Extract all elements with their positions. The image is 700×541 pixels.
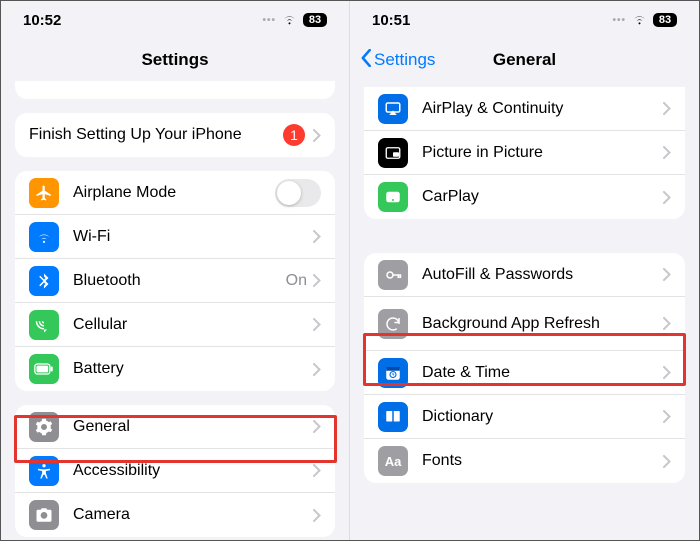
chevron-right-icon <box>663 102 671 115</box>
row-bluetooth[interactable]: Bluetooth On <box>15 259 335 303</box>
status-dots-icon: ••• <box>262 15 276 26</box>
status-right: ••• 83 <box>612 12 677 29</box>
chevron-right-icon <box>663 146 671 159</box>
carplay-icon <box>378 182 408 212</box>
status-time: 10:51 <box>372 12 410 29</box>
status-dots-icon: ••• <box>612 15 626 26</box>
accessibility-icon <box>29 456 59 486</box>
airplane-icon <box>29 178 59 208</box>
chevron-right-icon <box>313 509 321 522</box>
row-dictionary[interactable]: Dictionary <box>364 395 685 439</box>
row-cellular[interactable]: Cellular <box>15 303 335 347</box>
pip-icon <box>378 138 408 168</box>
row-background-app-refresh[interactable]: Background App Refresh <box>364 297 685 351</box>
section-media: AirPlay & Continuity Picture in Picture … <box>364 87 685 219</box>
row-date-time[interactable]: Date & Time <box>364 351 685 395</box>
chevron-right-icon <box>313 420 321 433</box>
row-carplay[interactable]: CarPlay <box>364 175 685 219</box>
row-label: CarPlay <box>422 188 663 206</box>
status-right: ••• 83 <box>262 12 327 29</box>
wifi-icon <box>282 12 297 29</box>
airplay-icon <box>378 94 408 124</box>
row-label: Cellular <box>73 316 313 334</box>
nav-bar: Settings General <box>350 39 699 81</box>
bluetooth-icon <box>29 266 59 296</box>
refresh-icon <box>378 309 408 339</box>
row-label: Bluetooth <box>73 272 286 290</box>
row-label: Battery <box>73 360 313 378</box>
chevron-right-icon <box>663 410 671 423</box>
row-label: Picture in Picture <box>422 144 663 162</box>
chevron-right-icon <box>313 464 321 477</box>
row-picture-in-picture[interactable]: Picture in Picture <box>364 131 685 175</box>
page-title: Settings <box>1 50 349 70</box>
row-label: Airplane Mode <box>73 184 275 202</box>
row-value: On <box>286 272 307 290</box>
cellular-icon <box>29 310 59 340</box>
section-device: General Accessibility Camera <box>15 405 335 537</box>
status-time: 10:52 <box>23 12 61 29</box>
row-autofill[interactable]: AutoFill & Passwords <box>364 253 685 297</box>
chevron-right-icon <box>663 191 671 204</box>
row-label: Accessibility <box>73 462 313 480</box>
fonts-icon: Aa <box>378 446 408 476</box>
settings-pane: 10:52 ••• 83 Settings Finish Setting Up … <box>1 1 350 540</box>
chevron-left-icon <box>360 49 372 72</box>
row-airplay[interactable]: AirPlay & Continuity <box>364 87 685 131</box>
chevron-right-icon <box>663 268 671 281</box>
gear-icon <box>29 412 59 442</box>
general-pane: 10:51 ••• 83 Settings General AirPlay & … <box>350 1 699 540</box>
key-icon <box>378 260 408 290</box>
section-partial <box>15 81 335 99</box>
row-label: Fonts <box>422 452 663 470</box>
row-label: AirPlay & Continuity <box>422 100 663 118</box>
row-label: Finish Setting Up Your iPhone <box>29 126 283 144</box>
notification-badge: 1 <box>283 124 305 146</box>
row-airplane-mode[interactable]: Airplane Mode <box>15 171 335 215</box>
chevron-right-icon <box>313 363 321 376</box>
back-button[interactable]: Settings <box>350 49 435 72</box>
status-bar: 10:52 ••• 83 <box>1 1 349 39</box>
row-accessibility[interactable]: Accessibility <box>15 449 335 493</box>
row-camera[interactable]: Camera <box>15 493 335 537</box>
nav-bar: Settings <box>1 39 349 81</box>
row-label: Date & Time <box>422 364 663 382</box>
row-label: General <box>73 418 313 436</box>
row-wifi[interactable]: Wi-Fi <box>15 215 335 259</box>
section-connectivity: Airplane Mode Wi-Fi Bluetooth On Cellula <box>15 171 335 391</box>
book-icon <box>378 402 408 432</box>
battery-icon: 83 <box>653 13 677 27</box>
row-general[interactable]: General <box>15 405 335 449</box>
battery-settings-icon <box>29 354 59 384</box>
row-label: Background App Refresh <box>422 315 663 333</box>
section-system: AutoFill & Passwords Background App Refr… <box>364 253 685 483</box>
back-label: Settings <box>374 50 435 70</box>
wifi-icon <box>632 12 647 29</box>
row-label: Camera <box>73 506 313 524</box>
chevron-right-icon <box>663 366 671 379</box>
status-bar: 10:51 ••• 83 <box>350 1 699 39</box>
chevron-right-icon <box>313 274 321 287</box>
camera-icon <box>29 500 59 530</box>
calendar-clock-icon <box>378 358 408 388</box>
row-label: Wi-Fi <box>73 228 313 246</box>
battery-icon: 83 <box>303 13 327 27</box>
airplane-toggle[interactable] <box>275 179 321 207</box>
row-label: AutoFill & Passwords <box>422 266 663 284</box>
section-setup: Finish Setting Up Your iPhone 1 <box>15 113 335 157</box>
row-fonts[interactable]: Aa Fonts <box>364 439 685 483</box>
chevron-right-icon <box>313 129 321 142</box>
chevron-right-icon <box>663 317 671 330</box>
row-battery[interactable]: Battery <box>15 347 335 391</box>
chevron-right-icon <box>313 230 321 243</box>
row-label: Dictionary <box>422 408 663 426</box>
chevron-right-icon <box>313 318 321 331</box>
chevron-right-icon <box>663 455 671 468</box>
wifi-settings-icon <box>29 222 59 252</box>
row-finish-setup[interactable]: Finish Setting Up Your iPhone 1 <box>15 113 335 157</box>
